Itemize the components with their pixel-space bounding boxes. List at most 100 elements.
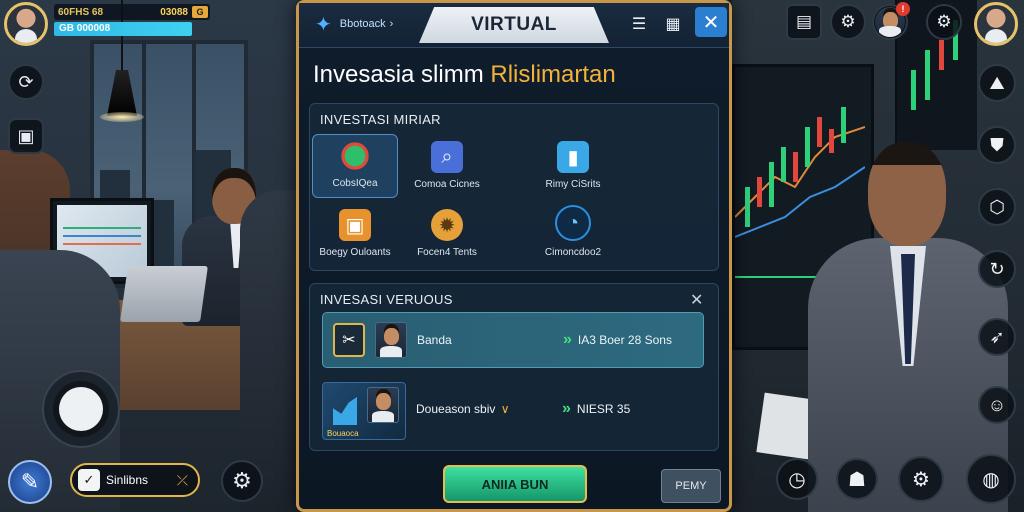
panel-close-button[interactable]: ✕ (690, 290, 703, 310)
star-icon: ✦ (315, 13, 332, 36)
investment-row[interactable]: ✂ Banda » IA3 Boer 28 Sons (322, 312, 704, 368)
candle (793, 152, 798, 182)
skill-button[interactable]: ✓ Sinlibns ⤫ (70, 463, 200, 497)
stats-button[interactable]: ▦ (659, 11, 687, 37)
mountain-icon: ⛰ (989, 72, 1005, 93)
globe-icon: ◍ (982, 468, 1000, 491)
candle (745, 187, 750, 227)
option-0[interactable]: CobsIQea (312, 134, 398, 198)
option-3[interactable]: ▣ Boegy Ouloants (312, 202, 398, 266)
clock-icon: ◷ (788, 468, 806, 491)
team-button[interactable]: ☗ (836, 458, 878, 500)
refresh-button[interactable]: ↻ (978, 250, 1016, 288)
chevron-right-icon: › (389, 18, 394, 30)
investment-card: Bouaoca (322, 382, 406, 440)
gauge-icon: ◔ (555, 205, 591, 241)
bar-chart-icon (333, 397, 357, 425)
money-amount: 60FHS 68 (58, 6, 104, 18)
option-label: Cimoncdoo2 (544, 247, 602, 258)
gear-badge-icon: ✹ (431, 209, 463, 241)
candle (939, 40, 944, 70)
upgrade-button[interactable]: ⚙ (898, 456, 944, 502)
option-label: Rimy CiSrits (545, 179, 601, 190)
heading-main: Invesasia slimm (313, 61, 484, 88)
box-icon: ▣ (339, 209, 371, 241)
option-2[interactable]: ▮ Rimy CiSrits (530, 134, 616, 198)
coin-badge: G (192, 6, 208, 18)
option-label: Boegy Ouloants (319, 247, 391, 258)
device-button[interactable]: ▣ (8, 118, 44, 154)
magnifier-icon: ⌕ (431, 141, 463, 173)
gear-icon: ⚙ (232, 468, 252, 493)
option-label: Comoa Cicnes (414, 179, 480, 190)
lamp-glow (100, 112, 144, 122)
bar-chart-icon: ▮ (557, 141, 589, 173)
tools-icon: ✂ (333, 323, 365, 357)
notification-badge: ! (896, 2, 910, 16)
shop-button[interactable]: ⛊ (978, 126, 1016, 164)
panel-title: INVESTASI MIRIAR (320, 112, 441, 127)
profile-avatar[interactable] (974, 2, 1018, 46)
close-icon: ✕ (690, 292, 704, 309)
cube-icon: ⬡ (989, 196, 1005, 217)
option-label: Focen4 Tents (417, 247, 477, 258)
back-tab[interactable]: ✦ Bbotoack › (305, 7, 405, 41)
heading-accent: Rlislimartan (490, 61, 616, 88)
option-5[interactable]: ◔ Cimoncdoo2 (530, 202, 616, 266)
candle (769, 162, 774, 207)
row-value: » NIESR 35 (562, 400, 630, 418)
network-button[interactable]: ⟳ (8, 64, 44, 100)
investment-row[interactable]: Bouaoca Doueason sbiv ∨ » NIESR 35 (322, 380, 704, 440)
alarm-button[interactable]: ◷ (776, 458, 818, 500)
card-badge: Bouaoca (327, 429, 359, 438)
chat-icon: ☺ (987, 394, 1007, 415)
chart-icon: ▦ (665, 16, 681, 33)
option-label: CobsIQea (332, 178, 378, 189)
close-icon: ✕ (702, 11, 720, 34)
dialog-header: ✦ Bbotoack › VIRTUAL ☰ ▦ ✕ (299, 3, 729, 48)
active-investments-panel: INVESASI VERUOUS ✕ ✂ Banda » IA3 Boer 28 … (309, 283, 719, 451)
money-bar: 60FHS 68 03088 G (54, 4, 210, 20)
property-button[interactable]: ⛰ (978, 64, 1016, 102)
candle (911, 70, 916, 110)
network-icon: ⟳ (18, 71, 34, 92)
pencil-icon: ✎ (20, 469, 40, 494)
secondary-button[interactable]: PEMY (661, 469, 721, 503)
row-value: » IA3 Boer 28 Sons (563, 331, 672, 349)
chevron-down-icon: ∨ (500, 402, 510, 416)
investment-dialog: ✦ Bbotoack › VIRTUAL ☰ ▦ ✕ Invesasia sli… (296, 0, 732, 512)
skill-label: Sinlibns (106, 473, 149, 487)
candle (781, 147, 786, 182)
options-button[interactable]: ⚙ (926, 4, 962, 40)
option-1[interactable]: ⌕ Comoa Cicnes (404, 134, 490, 198)
swap-icon: ⤫ (176, 471, 188, 488)
pie-chart-icon (339, 140, 371, 172)
news-button[interactable]: ▤ (786, 4, 822, 40)
close-button[interactable]: ✕ (695, 7, 727, 37)
candle (925, 50, 930, 100)
dialog-heading: Invesasia slimm Rlislimartan (313, 61, 616, 89)
gear-icon: ⚙ (840, 12, 856, 31)
menu-icon: ☰ (631, 16, 647, 33)
rocket-button[interactable]: ➶ (978, 318, 1016, 356)
refresh-icon: ↻ (989, 258, 1005, 279)
joystick-thumb[interactable] (59, 387, 103, 431)
map-button[interactable]: ◍ (966, 454, 1016, 504)
row-value-text: NIESR 35 (576, 402, 631, 416)
people-icon: ☗ (848, 468, 866, 491)
list-button[interactable]: ☰ (625, 11, 653, 37)
investment-types-panel: INVESTASI MIRIAR CobsIQea ⌕ Comoa Cicnes… (309, 103, 719, 271)
settings-button[interactable]: ⚙ (830, 4, 866, 40)
gear-icon: ⚙ (936, 12, 952, 31)
player-avatar[interactable] (4, 2, 48, 46)
confirm-button[interactable]: ANIIA BUN (443, 465, 587, 503)
chat-button[interactable]: ☺ (978, 386, 1016, 424)
settings-button-left[interactable]: ⚙ (221, 460, 263, 502)
rocket-icon: ➶ (989, 326, 1005, 347)
inventory-button[interactable]: ⬡ (978, 188, 1016, 226)
candle (757, 177, 762, 207)
chevron-right-icon: » (562, 400, 571, 417)
option-4[interactable]: ✹ Focen4 Tents (404, 202, 490, 266)
edit-button[interactable]: ✎ (8, 460, 52, 504)
row-value-text: IA3 Boer 28 Sons (577, 333, 672, 347)
